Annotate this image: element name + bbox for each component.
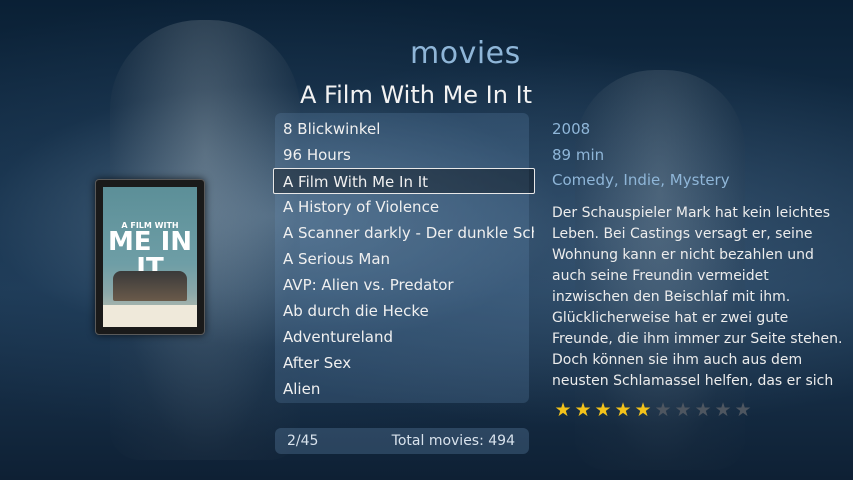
star-filled-icon: ★ (574, 399, 592, 421)
list-item[interactable]: A Scanner darkly - Der dunkle Schein (278, 220, 534, 246)
list-item[interactable]: After Sex (278, 350, 534, 376)
total-movies: Total movies: 494 (391, 433, 515, 449)
star-filled-icon: ★ (634, 399, 652, 421)
list-item[interactable]: Ab durch die Hecke (278, 298, 534, 324)
movie-year: 2008 (552, 120, 591, 138)
list-item[interactable]: A History of Violence (278, 194, 534, 220)
star-filled-icon: ★ (554, 399, 572, 421)
list-item[interactable]: 8 Blickwinkel (278, 116, 534, 142)
star-filled-icon: ★ (594, 399, 612, 421)
list-item-selected[interactable]: A Film With Me In It (273, 168, 535, 194)
poster-people (113, 271, 187, 301)
section-title: movies (410, 36, 521, 71)
movie-genres: Comedy, Indie, Mystery (552, 171, 730, 189)
star-empty-icon: ★ (714, 399, 732, 421)
list-position: 2/45 (287, 433, 319, 449)
list-item[interactable]: A Serious Man (278, 246, 534, 272)
star-empty-icon: ★ (654, 399, 672, 421)
list-item[interactable]: Adventureland (278, 324, 534, 350)
list-footer: 2/45 Total movies: 494 (275, 428, 529, 454)
poster-art: A FILM WITH ME IN IT (103, 187, 197, 327)
poster-credits-bar (103, 305, 197, 327)
list-item[interactable]: AVP: Alien vs. Predator (278, 272, 534, 298)
movie-runtime: 89 min (552, 146, 605, 164)
movie-plot: Der Schauspieler Mark hat kein leichtes … (552, 205, 843, 386)
list-item[interactable]: 96 Hours (278, 142, 534, 168)
movie-poster: A FILM WITH ME IN IT (95, 179, 205, 335)
rating-stars: ★ ★ ★ ★ ★ ★ ★ ★ ★ ★ (553, 399, 753, 421)
star-empty-icon: ★ (674, 399, 692, 421)
star-empty-icon: ★ (694, 399, 712, 421)
movie-title: A Film With Me In It (300, 81, 533, 109)
list-item[interactable]: Alien (278, 376, 534, 402)
star-empty-icon: ★ (734, 399, 752, 421)
star-filled-icon: ★ (614, 399, 632, 421)
